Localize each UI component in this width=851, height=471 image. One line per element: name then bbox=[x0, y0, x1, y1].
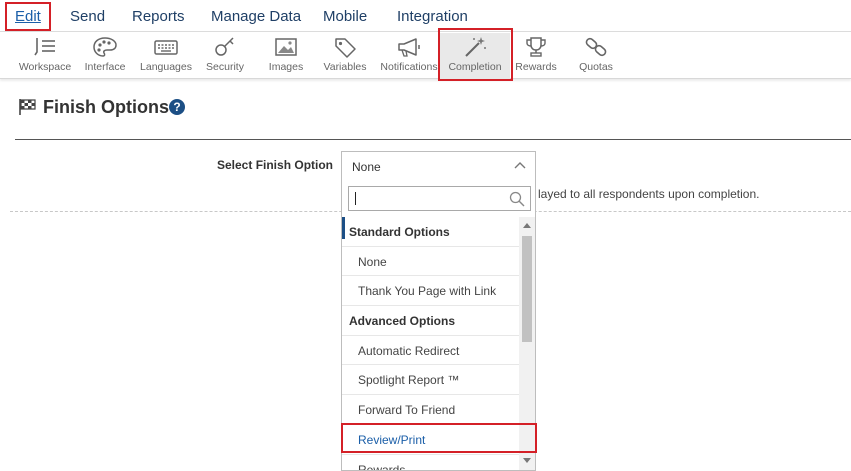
link-icon bbox=[585, 37, 607, 57]
search-icon[interactable] bbox=[509, 191, 525, 207]
scroll-thumb[interactable] bbox=[522, 236, 532, 342]
toolbar-rewards[interactable]: Rewards bbox=[514, 33, 558, 79]
dropdown-search[interactable] bbox=[348, 186, 531, 211]
toolbar: Workspace Interface Languages Security I… bbox=[0, 33, 851, 79]
toolbar-label: Security bbox=[206, 61, 244, 73]
toolbar-quotas[interactable]: Quotas bbox=[574, 33, 618, 79]
toolbar-completion[interactable]: Completion bbox=[440, 33, 510, 79]
palette-icon bbox=[93, 37, 117, 57]
toolbar-variables[interactable]: Variables bbox=[320, 33, 370, 79]
keyboard-icon bbox=[154, 40, 178, 55]
dropdown-search-input[interactable] bbox=[349, 187, 509, 210]
toolbar-languages[interactable]: Languages bbox=[136, 33, 196, 79]
menu-reports[interactable]: Reports bbox=[132, 8, 185, 25]
option-review-print[interactable]: Review/Print bbox=[342, 425, 519, 455]
option-thank-you-page[interactable]: Thank You Page with Link bbox=[342, 276, 519, 307]
finish-option-dropdown: Standard Options None Thank You Page wit… bbox=[341, 180, 536, 471]
toolbar-label: Quotas bbox=[579, 61, 613, 73]
trophy-icon bbox=[526, 37, 546, 57]
menu-send[interactable]: Send bbox=[70, 8, 105, 25]
toolbar-label: Completion bbox=[448, 61, 502, 73]
toolbar-label: Workspace bbox=[18, 61, 72, 73]
toolbar-label: Rewards bbox=[515, 61, 557, 73]
toolbar-security[interactable]: Security bbox=[202, 33, 248, 79]
option-automatic-redirect[interactable]: Automatic Redirect bbox=[342, 336, 519, 366]
toolbar-images[interactable]: Images bbox=[264, 33, 308, 79]
dropdown-option-list: Standard Options None Thank You Page wit… bbox=[342, 217, 519, 471]
page-title: Finish Options bbox=[43, 97, 169, 117]
scroll-down-arrow-icon[interactable] bbox=[523, 458, 531, 463]
menu-integration[interactable]: Integration bbox=[397, 8, 468, 25]
text-caret bbox=[355, 192, 356, 205]
tag-icon bbox=[335, 38, 356, 58]
megaphone-icon bbox=[398, 38, 420, 57]
chevron-up-icon[interactable] bbox=[514, 160, 526, 170]
key-icon bbox=[215, 37, 234, 56]
menu-edit[interactable]: Edit bbox=[15, 8, 41, 25]
dropdown-scrollbar[interactable] bbox=[519, 217, 535, 470]
select-value: None bbox=[352, 160, 381, 174]
option-spotlight-report[interactable]: Spotlight Report ™ bbox=[342, 365, 519, 396]
scroll-up-arrow-icon[interactable] bbox=[523, 223, 531, 228]
group-advanced-options: Advanced Options bbox=[342, 306, 519, 336]
finish-option-helper-text: layed to all respondents upon completion… bbox=[538, 187, 760, 201]
toolbar-workspace[interactable]: Workspace bbox=[14, 33, 76, 79]
toolbar-label: Images bbox=[268, 61, 304, 73]
option-none[interactable]: None bbox=[342, 247, 519, 277]
toolbar-label: Interface bbox=[84, 61, 126, 73]
finish-option-label: Select Finish Option bbox=[217, 158, 334, 172]
image-icon bbox=[275, 38, 297, 56]
workspace-icon bbox=[34, 38, 55, 56]
checkered-flag-icon bbox=[19, 99, 36, 115]
help-icon[interactable]: ? bbox=[169, 99, 185, 115]
toolbar-label: Variables bbox=[323, 61, 367, 73]
menu-mobile[interactable]: Mobile bbox=[323, 8, 367, 25]
finish-option-select[interactable]: None bbox=[341, 151, 536, 181]
top-menu-bar: Edit Send Reports Manage Data Mobile Int… bbox=[0, 0, 851, 32]
group-standard-options: Standard Options bbox=[342, 217, 519, 247]
option-rewards[interactable]: Rewards bbox=[342, 455, 519, 471]
toolbar-label: Languages bbox=[140, 61, 192, 73]
magic-wand-icon bbox=[465, 37, 486, 57]
menu-manage-data[interactable]: Manage Data bbox=[211, 8, 301, 25]
option-forward-to-friend[interactable]: Forward To Friend bbox=[342, 395, 519, 425]
toolbar-label: Notifications bbox=[380, 61, 438, 73]
toolbar-interface[interactable]: Interface bbox=[80, 33, 130, 79]
title-divider bbox=[15, 139, 851, 140]
toolbar-notifications[interactable]: Notifications bbox=[378, 33, 440, 79]
